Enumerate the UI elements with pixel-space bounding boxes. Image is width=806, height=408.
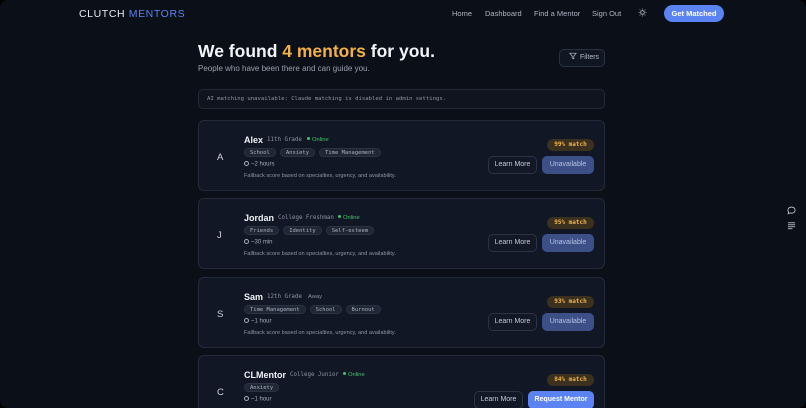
score-note: Fallback score based on specialties, urg… — [244, 330, 396, 336]
unavailable-button[interactable]: Unavailable — [542, 234, 594, 252]
learn-more-button[interactable]: Learn More — [488, 313, 537, 331]
tag: Self-esteem — [325, 226, 375, 235]
nav-find-mentor-link[interactable]: Find a Mentor — [534, 9, 580, 18]
request-mentor-button[interactable]: Request Mentor — [528, 391, 594, 408]
online-dot-icon — [338, 215, 341, 218]
title-suffix: for you. — [370, 41, 435, 61]
match-badge: 95% match — [547, 217, 594, 229]
nav-sign-out-link[interactable]: Sign Out — [592, 9, 621, 18]
filters-button[interactable]: Filters — [559, 49, 605, 67]
response-time-label: ~1 hour — [251, 318, 272, 325]
status-label: Online — [343, 215, 360, 221]
chat-icon[interactable] — [786, 206, 796, 216]
title-count: 4 mentors — [282, 41, 366, 61]
score-note: Fallback score based on specialties, urg… — [244, 251, 396, 257]
response-time: ~1 hour — [244, 318, 272, 325]
match-badge: 84% match — [547, 374, 594, 386]
brand-word-right: MENTORS — [128, 8, 186, 20]
tag-list: Anxiety — [244, 383, 280, 392]
tag: Time Management — [319, 148, 381, 157]
status-badge: Online — [343, 372, 365, 378]
get-matched-button[interactable]: Get Matched — [664, 5, 724, 22]
clock-icon — [244, 396, 249, 401]
mentor-name: Alex — [244, 135, 264, 145]
avatar: S — [217, 309, 224, 320]
online-dot-icon — [343, 372, 346, 375]
response-time: ~2 hours — [244, 161, 275, 168]
status-label: Online — [312, 137, 329, 143]
status-badge: Online — [338, 215, 360, 221]
mentor-name: Jordan — [244, 213, 275, 223]
score-note: Fallback score based on specialties, urg… — [244, 173, 396, 179]
status-badge: Online — [307, 137, 329, 143]
learn-more-button[interactable]: Learn More — [488, 234, 537, 252]
clock-icon — [244, 161, 249, 166]
tag-list: School Anxiety Time Management — [244, 148, 381, 157]
tag: Anxiety — [244, 383, 280, 392]
ai-matching-notice: AI matching unavailable: Claude matching… — [198, 89, 605, 109]
clock-icon — [244, 239, 249, 244]
avatar: C — [217, 387, 224, 398]
learn-more-button[interactable]: Learn More — [474, 391, 523, 408]
list-icon[interactable] — [786, 221, 796, 231]
nav-dashboard-link[interactable]: Dashboard — [485, 9, 522, 18]
page-subtitle: People who have been there and can guide… — [198, 64, 370, 73]
page-title: We found 4 mentors for you. — [198, 41, 435, 62]
mentor-card: J Jordan College Freshman Online Friends… — [198, 198, 605, 269]
tag: School — [309, 305, 342, 314]
tag: Time Management — [244, 305, 306, 314]
sun-icon[interactable] — [637, 8, 647, 18]
unavailable-button[interactable]: Unavailable — [542, 313, 594, 331]
match-badge: 93% match — [547, 296, 594, 308]
filter-icon — [569, 51, 577, 60]
mentor-grade: 12th Grade — [267, 294, 302, 300]
mentor-name: Sam — [244, 292, 264, 302]
mentor-grade: College Freshman — [278, 215, 334, 221]
mentor-grade: College Junior — [290, 372, 339, 378]
learn-more-button[interactable]: Learn More — [488, 156, 537, 174]
response-time-label: ~1 hour — [251, 396, 272, 403]
clock-icon — [244, 318, 249, 323]
avatar: J — [217, 230, 222, 241]
mentor-card: S Sam 12th Grade Away Time Management Sc… — [198, 277, 605, 348]
response-time-label: ~2 hours — [251, 161, 275, 168]
title-prefix: We found — [198, 41, 278, 61]
filters-label: Filters — [580, 54, 600, 61]
nav-home-link[interactable]: Home — [452, 9, 472, 18]
status-label: Online — [348, 372, 365, 378]
unavailable-button[interactable]: Unavailable — [542, 156, 594, 174]
tag-list: Time Management School Burnout — [244, 305, 381, 314]
tag: Identity — [283, 226, 322, 235]
tag: Friends — [244, 226, 280, 235]
mentor-name: CLMentor — [244, 370, 286, 380]
navbar: CLUTCH MENTORS Home Dashboard Find a Men… — [0, 0, 806, 28]
brand-logo[interactable]: CLUTCH MENTORS — [79, 8, 185, 20]
match-badge: 99% match — [547, 139, 594, 151]
response-time-label: ~30 min — [251, 239, 273, 246]
mentor-card: C CLMentor College Junior Online Anxiety… — [198, 355, 605, 408]
response-time: ~1 hour — [244, 396, 272, 403]
tag: Anxiety — [279, 148, 316, 157]
app-window: CLUTCH MENTORS Home Dashboard Find a Men… — [0, 0, 806, 408]
tag-list: Friends Identity Self-esteem — [244, 226, 375, 235]
mentor-grade: 11th Grade — [267, 137, 302, 143]
tag: Burnout — [345, 305, 381, 314]
mentor-card: A Alex 11th Grade Online School Anxiety … — [198, 120, 605, 191]
tag: School — [244, 148, 276, 157]
avatar: A — [217, 152, 224, 163]
online-dot-icon — [307, 137, 310, 140]
brand-word-left: CLUTCH — [79, 8, 126, 20]
status-badge: Away — [308, 294, 323, 300]
response-time: ~30 min — [244, 239, 273, 246]
